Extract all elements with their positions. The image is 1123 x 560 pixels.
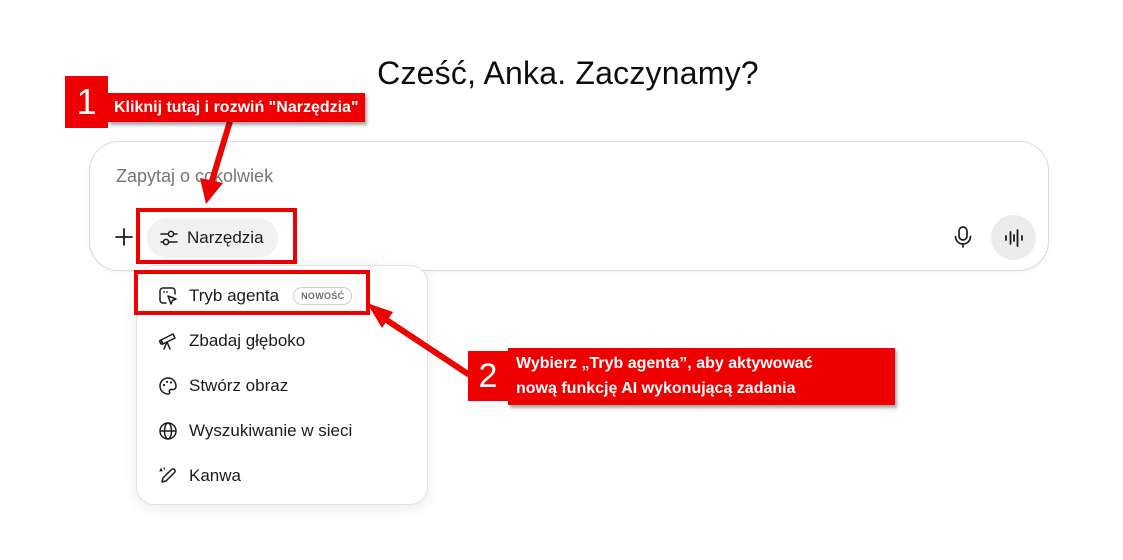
palette-icon bbox=[157, 375, 179, 397]
tools-highlight-box bbox=[136, 208, 297, 264]
menu-item-create-image[interactable]: Stwórz obraz bbox=[157, 371, 288, 401]
menu-item-deep-research[interactable]: Zbadaj głęboko bbox=[157, 326, 305, 356]
step1-callout: Kliknij tutaj i rozwiń "Narzędzia" bbox=[108, 93, 365, 122]
menu-item-canvas[interactable]: Kanwa bbox=[157, 461, 241, 491]
globe-icon bbox=[157, 420, 179, 442]
step1-number: 1 bbox=[65, 76, 108, 128]
step2-number: 2 bbox=[468, 351, 508, 401]
step2-callout-line1: Wybierz „Tryb agenta”, aby aktywować bbox=[516, 355, 813, 372]
voice-mode-button[interactable] bbox=[991, 215, 1036, 260]
menu-item-label: Kanwa bbox=[189, 466, 241, 485]
pencil-icon bbox=[157, 465, 179, 487]
prompt-input[interactable] bbox=[116, 166, 816, 187]
audio-waveform-icon bbox=[1004, 228, 1023, 247]
menu-item-label: Wyszukiwanie w sieci bbox=[189, 421, 353, 440]
page-title: Cześć, Anka. Zaczynamy? bbox=[377, 55, 759, 91]
telescope-icon bbox=[157, 330, 179, 352]
menu-item-label: Zbadaj głęboko bbox=[189, 331, 306, 350]
agent-mode-highlight-box bbox=[134, 270, 370, 315]
add-attachment-button[interactable] bbox=[111, 224, 137, 250]
step2-callout-line2: nową funkcję AI wykonującą zadania bbox=[516, 380, 796, 397]
menu-item-web-search[interactable]: Wyszukiwanie w sieci bbox=[157, 416, 352, 446]
step2-callout: Wybierz „Tryb agenta”, aby aktywować now… bbox=[508, 348, 895, 405]
microphone-icon bbox=[954, 226, 972, 248]
menu-item-label: Stwórz obraz bbox=[189, 376, 289, 395]
dictate-button[interactable] bbox=[948, 222, 978, 252]
plus-icon bbox=[115, 228, 133, 246]
